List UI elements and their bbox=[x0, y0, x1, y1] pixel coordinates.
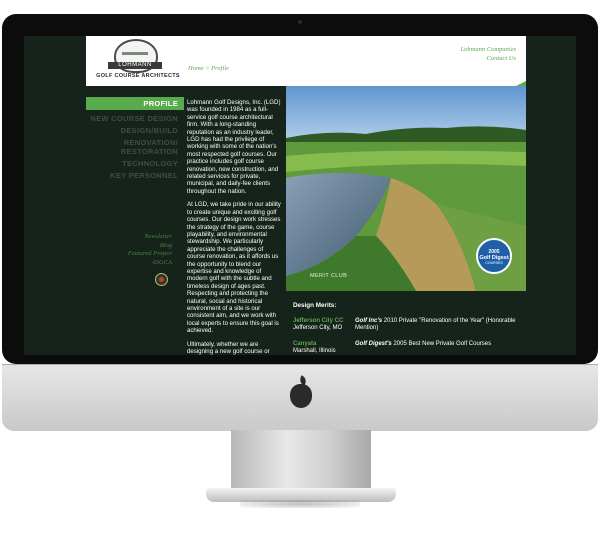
site-logo[interactable]: LOHMANN GOLF COURSE ARCHITECTS bbox=[92, 39, 180, 83]
hero-golf-photo: MERIT CLUB 2005 Golf Digest COURSES bbox=[286, 86, 526, 291]
breadcrumb[interactable]: Home > Profile bbox=[188, 65, 229, 72]
merit-award: 2005 Best New Private Golf Courses bbox=[393, 341, 492, 347]
nav-item-key-personnel[interactable]: KEY PERSONNEL bbox=[86, 171, 184, 180]
nav-item-new-course-design[interactable]: NEW COURSE DESIGN bbox=[86, 114, 184, 123]
golf-digest-badge: 2005 Golf Digest COURSES bbox=[476, 238, 512, 274]
merits-title: Design Merits: bbox=[293, 302, 337, 309]
asgca-seal-icon[interactable] bbox=[155, 273, 168, 286]
body-paragraph: Lohmann Golf Designs, Inc. (LGD) was fou… bbox=[187, 99, 281, 195]
main-nav: PROFILE NEW COURSE DESIGN DESIGN/BUILD R… bbox=[86, 97, 184, 183]
sub-links: Newsletter Blog Featured Project ASGCA bbox=[86, 233, 172, 267]
top-links: Lohmann Companies Contact Us bbox=[461, 45, 516, 63]
body-paragraph: At LGD, we take pride in our ability to … bbox=[187, 201, 281, 335]
right-rail bbox=[526, 36, 576, 355]
blog-link[interactable]: Blog bbox=[86, 242, 172, 251]
profile-body: Lohmann Golf Designs, Inc. (LGD) was fou… bbox=[187, 99, 283, 355]
hero-caption: MERIT CLUB bbox=[310, 273, 348, 279]
merit-magazine: Golf Digest's bbox=[355, 341, 392, 347]
body-paragraph: Ultimately, whether we are designing a n… bbox=[187, 340, 270, 355]
website-screen: LOHMANN GOLF COURSE ARCHITECTS Home > Pr… bbox=[24, 36, 576, 355]
camera-icon bbox=[298, 20, 302, 24]
apple-logo-icon bbox=[290, 375, 312, 408]
logo-banner: LOHMANN bbox=[108, 62, 162, 69]
merit-location: Marshall, Illinois bbox=[293, 348, 336, 354]
site-header: LOHMANN GOLF COURSE ARCHITECTS Home > Pr… bbox=[86, 36, 526, 86]
stand-shadow bbox=[240, 500, 360, 508]
left-header-rail bbox=[24, 36, 86, 86]
logo-subtitle: GOLF COURSE ARCHITECTS bbox=[96, 73, 180, 79]
merit-row: Canyata Marshall, Illinois Golf Digest's… bbox=[293, 341, 526, 355]
monitor-stand bbox=[231, 430, 371, 492]
asgca-link[interactable]: ASGCA bbox=[86, 259, 172, 268]
contact-us-link[interactable]: Contact Us bbox=[461, 54, 516, 63]
nav-item-renovation-restoration[interactable]: RENOVATION/ RESTORATION bbox=[86, 138, 184, 156]
merit-club-link[interactable]: Jefferson City CC bbox=[293, 318, 355, 325]
badge-sub: COURSES bbox=[485, 261, 503, 265]
featured-project-link[interactable]: Featured Project bbox=[86, 250, 172, 259]
nav-item-profile[interactable]: PROFILE bbox=[86, 97, 184, 110]
merit-magazine: Golf Inc's bbox=[355, 318, 383, 324]
merit-location: Jefferson City, MO bbox=[293, 325, 343, 331]
nav-item-design-build[interactable]: DESIGN/BUILD bbox=[86, 126, 184, 135]
nav-item-technology[interactable]: TECHNOLOGY bbox=[86, 159, 184, 168]
newsletter-link[interactable]: Newsletter bbox=[86, 233, 172, 242]
merit-club-link[interactable]: Canyata bbox=[293, 341, 355, 348]
design-merits: Design Merits: Jefferson City CC Jeffers… bbox=[293, 302, 526, 355]
merit-row: Jefferson City CC Jefferson City, MO Gol… bbox=[293, 318, 526, 332]
lohmann-companies-link[interactable]: Lohmann Companies bbox=[461, 45, 516, 54]
